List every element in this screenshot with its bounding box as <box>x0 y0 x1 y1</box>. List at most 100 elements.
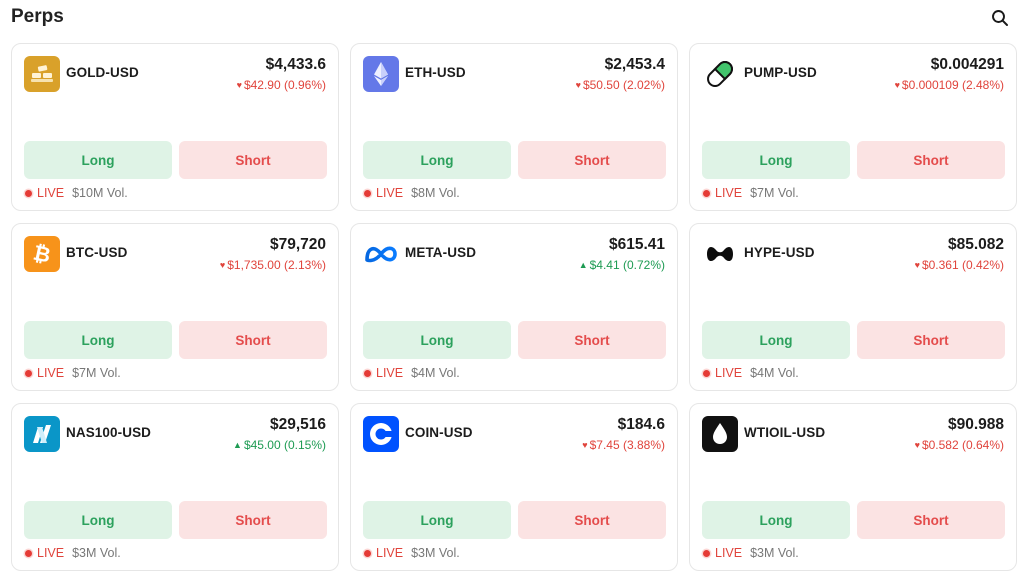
market-symbol: COIN-USD <box>405 425 473 440</box>
down-arrow-icon: ♥ <box>914 440 920 450</box>
market-footer: LIVE $3M Vol. <box>25 546 121 560</box>
market-footer: LIVE $7M Vol. <box>25 366 121 380</box>
short-button[interactable]: Short <box>518 321 666 359</box>
market-price: $90.988 <box>947 416 1004 433</box>
volume-label: $4M Vol. <box>411 366 460 380</box>
market-symbol: NAS100-USD <box>66 425 152 440</box>
market-card[interactable]: ETH-USD $2,453.4 ♥ $50.50 (2.02%) Long Sh… <box>350 43 678 211</box>
short-button[interactable]: Short <box>518 141 666 179</box>
short-button[interactable]: Short <box>518 501 666 539</box>
market-price: $79,720 <box>269 236 326 253</box>
market-card[interactable]: HYPE-USD $85.082 ♥ $0.361 (0.42%) Long Sh… <box>689 223 1017 391</box>
live-label: LIVE <box>715 546 743 560</box>
market-symbol: PUMP-USD <box>744 65 817 80</box>
market-card[interactable]: GOLD-USD $4,433.6 ♥ $42.90 (0.96%) Long S… <box>11 43 339 211</box>
volume-label: $8M Vol. <box>411 186 460 200</box>
up-arrow-icon: ▲ <box>578 260 588 270</box>
long-button[interactable]: Long <box>363 321 511 359</box>
coinbase-icon <box>363 416 399 452</box>
market-price: $184.6 <box>617 416 665 433</box>
live-dot-icon <box>25 369 32 377</box>
price-change: ♥ $1,735.00 (2.13%) <box>220 258 326 272</box>
pill-icon <box>702 56 738 92</box>
long-button[interactable]: Long <box>24 501 172 539</box>
long-button[interactable]: Long <box>702 141 850 179</box>
volume-label: $4M Vol. <box>750 366 799 380</box>
price-change: ♥ $0.582 (0.64%) <box>915 438 1004 452</box>
long-button[interactable]: Long <box>363 501 511 539</box>
live-dot-icon <box>703 189 710 197</box>
market-footer: LIVE $8M Vol. <box>364 186 460 200</box>
market-card[interactable]: META-USD $615.41 ▲ $4.41 (0.72%) Long Sho… <box>350 223 678 391</box>
live-dot-icon <box>25 189 32 197</box>
price-change-value: $4.41 (0.72%) <box>589 258 665 272</box>
price-change-value: $1,735.00 (2.13%) <box>227 258 326 272</box>
down-arrow-icon: ♥ <box>219 260 226 270</box>
volume-label: $3M Vol. <box>411 546 460 560</box>
market-footer: LIVE $10M Vol. <box>25 186 128 200</box>
down-arrow-icon: ♥ <box>236 80 242 90</box>
short-button[interactable]: Short <box>179 141 327 179</box>
price-change-value: $0.361 (0.42%) <box>921 258 1004 272</box>
volume-label: $3M Vol. <box>72 546 121 560</box>
market-footer: LIVE $3M Vol. <box>364 546 460 560</box>
market-footer: LIVE $3M Vol. <box>703 546 799 560</box>
live-label: LIVE <box>376 546 404 560</box>
ethereum-icon <box>363 56 399 92</box>
hype-icon <box>702 236 738 272</box>
short-button[interactable]: Short <box>179 501 327 539</box>
price-change-value: $45.00 (0.15%) <box>243 438 326 452</box>
market-card[interactable]: COIN-USD $184.6 ♥ $7.45 (3.88%) Long Shor… <box>350 403 678 571</box>
live-dot-icon <box>703 549 710 557</box>
gold-bars-icon <box>24 56 60 92</box>
live-dot-icon <box>364 369 371 377</box>
long-button[interactable]: Long <box>702 321 850 359</box>
market-symbol: GOLD-USD <box>66 65 139 80</box>
long-button[interactable]: Long <box>24 141 172 179</box>
live-dot-icon <box>25 549 32 557</box>
short-button[interactable]: Short <box>179 321 327 359</box>
market-card[interactable]: WTIOIL-USD $90.988 ♥ $0.582 (0.64%) Long … <box>689 403 1017 571</box>
price-change: ♥ $0.000109 (2.48%) <box>895 78 1004 92</box>
market-card[interactable]: PUMP-USD $0.004291 ♥ $0.000109 (2.48%) Lo… <box>689 43 1017 211</box>
market-symbol: META-USD <box>405 245 477 260</box>
live-label: LIVE <box>37 366 65 380</box>
bitcoin-icon: ₿ <box>24 236 60 272</box>
market-footer: LIVE $7M Vol. <box>703 186 799 200</box>
live-dot-icon <box>364 189 371 197</box>
price-change-value: $7.45 (3.88%) <box>589 438 665 452</box>
live-label: LIVE <box>37 186 65 200</box>
market-price: $29,516 <box>269 416 326 433</box>
market-card[interactable]: ₿ BTC-USD $79,720 ♥ $1,735.00 (2.13%) Lon… <box>11 223 339 391</box>
long-button[interactable]: Long <box>702 501 850 539</box>
market-price: $2,453.4 <box>604 56 665 73</box>
page-title: Perps <box>11 6 64 27</box>
market-footer: LIVE $4M Vol. <box>703 366 799 380</box>
price-change: ♥ $0.361 (0.42%) <box>915 258 1004 272</box>
market-symbol: HYPE-USD <box>744 245 815 260</box>
market-price: $0.004291 <box>930 56 1004 73</box>
price-change-value: $0.582 (0.64%) <box>921 438 1004 452</box>
market-price: $85.082 <box>947 236 1004 253</box>
live-dot-icon <box>703 369 710 377</box>
price-change-value: $42.90 (0.96%) <box>243 78 326 92</box>
live-label: LIVE <box>715 186 743 200</box>
short-button[interactable]: Short <box>857 141 1005 179</box>
short-button[interactable]: Short <box>857 501 1005 539</box>
price-change-value: $50.50 (2.02%) <box>582 78 665 92</box>
down-arrow-icon: ♥ <box>582 440 588 450</box>
long-button[interactable]: Long <box>24 321 172 359</box>
market-price: $4,433.6 <box>265 56 326 73</box>
live-label: LIVE <box>37 546 65 560</box>
search-icon[interactable] <box>990 8 1010 28</box>
short-button[interactable]: Short <box>857 321 1005 359</box>
volume-label: $7M Vol. <box>750 186 799 200</box>
header: Perps <box>11 6 1010 32</box>
long-button[interactable]: Long <box>363 141 511 179</box>
price-change: ♥ $7.45 (3.88%) <box>582 438 665 452</box>
live-dot-icon <box>364 549 371 557</box>
market-card[interactable]: NAS100-USD $29,516 ▲ $45.00 (0.15%) Long … <box>11 403 339 571</box>
up-arrow-icon: ▲ <box>233 440 242 450</box>
live-label: LIVE <box>376 186 404 200</box>
price-change: ▲ $4.41 (0.72%) <box>579 258 665 272</box>
